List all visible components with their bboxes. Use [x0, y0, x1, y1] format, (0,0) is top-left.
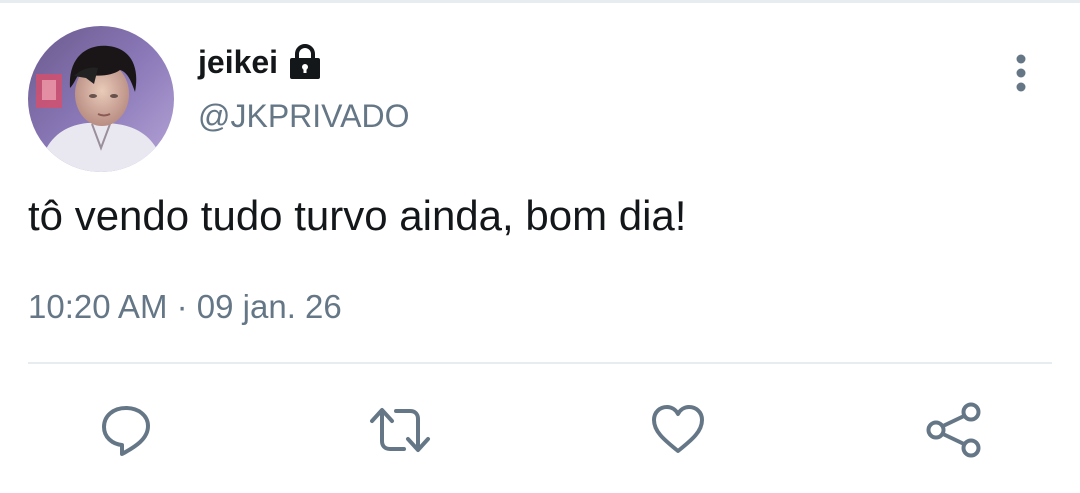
more-vertical-icon [1016, 54, 1026, 92]
more-options-button[interactable] [1002, 48, 1040, 98]
retweet-button[interactable] [368, 398, 432, 462]
reply-button[interactable] [94, 398, 158, 462]
reply-icon [102, 406, 150, 456]
meta-separator: · [176, 288, 197, 325]
display-name[interactable]: jeikei [198, 44, 278, 81]
tweet-date[interactable]: 09 jan. 26 [197, 288, 342, 325]
divider [28, 362, 1052, 364]
avatar[interactable] [28, 26, 174, 172]
tweet-text: tô vendo tudo turvo ainda, bom dia! [28, 192, 687, 239]
lock-icon [288, 44, 322, 80]
display-name-row: jeikei [198, 40, 322, 84]
like-button[interactable] [646, 398, 710, 462]
heart-icon [652, 405, 704, 453]
tweet-time[interactable]: 10:20 AM [28, 288, 167, 325]
retweet-icon [370, 408, 430, 452]
tweet: jeikei @JKPRIVADO tô vendo tudo turvo ai… [0, 0, 1080, 493]
share-icon [926, 402, 981, 458]
author-handle[interactable]: @JKPRIVADO [198, 98, 409, 135]
avatar-image [28, 26, 174, 172]
share-button[interactable] [922, 398, 986, 462]
tweet-meta: 10:20 AM · 09 jan. 26 [28, 288, 342, 326]
